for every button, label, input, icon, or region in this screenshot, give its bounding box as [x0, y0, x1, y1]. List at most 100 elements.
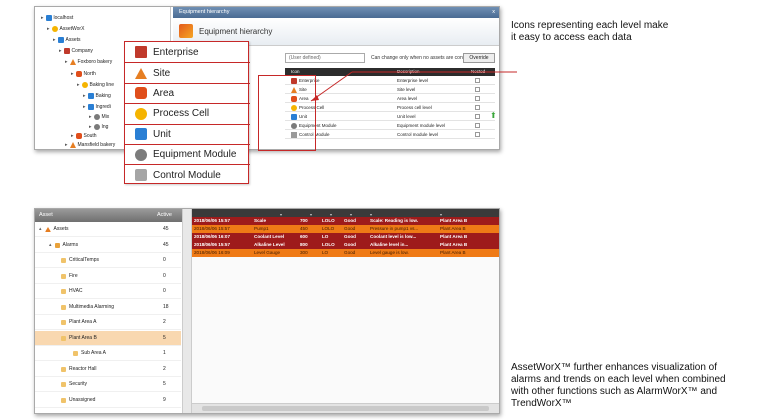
list-item[interactable]: Reactor Hall 2: [35, 362, 181, 377]
active-count: 1: [163, 350, 166, 356]
asset-label: Unassigned: [69, 396, 96, 403]
list-item[interactable]: HVAC 0: [35, 284, 181, 299]
alarm-tag: Level Gauge: [254, 250, 281, 255]
asset-label: Alarms: [62, 241, 79, 248]
active-count: 0: [163, 272, 166, 279]
asset-label-group: HVAC: [61, 284, 83, 299]
folder-icon: [61, 304, 66, 310]
alarm-tag: Coolant Level: [254, 234, 285, 239]
list-item[interactable]: Multimedia Alarming 18: [35, 300, 181, 315]
alarm-value: 600: [300, 234, 308, 239]
alarm-time: 2018/06/06 15:57: [194, 242, 231, 247]
alarm-limit: LOLO: [322, 226, 335, 231]
list-item[interactable]: Unassigned 9: [35, 393, 181, 408]
scrollbar-thumb[interactable]: [202, 406, 489, 411]
alarm-limit: LOLO: [322, 242, 335, 247]
alarm-limit: LOLO: [322, 218, 335, 223]
alarm-area: Plant Area B: [440, 250, 466, 255]
asset-label-group: Unassigned: [61, 393, 95, 408]
active-count: 45: [163, 241, 169, 248]
active-count: 45: [163, 226, 169, 232]
folder-icon: [61, 335, 66, 341]
alarm-row[interactable]: 2018/06/06 16:09 Level Gauge 300 LO Good Leve…: [192, 249, 499, 257]
alarm-limit: LO: [322, 250, 329, 255]
active-count: 0: [163, 288, 166, 294]
alarm-value: 700: [300, 218, 308, 223]
folder-icon: [61, 258, 66, 263]
alarm-tag: Pump1: [254, 226, 269, 231]
folder-icon: [61, 320, 66, 325]
alarm-area: Plant Area B: [440, 242, 468, 247]
asset-label: CriticalTemps: [69, 257, 100, 263]
alarm-quality: Good: [344, 226, 356, 231]
asset-label-group: Security: [61, 377, 87, 392]
folder-icon: [61, 397, 66, 403]
alarm-message: Pressure in pump1 vs...: [370, 226, 419, 231]
asset-label-group: Plant Area B: [61, 331, 97, 346]
list-item[interactable]: Plant Area B 5: [35, 330, 181, 346]
asset-label-group: Reactor Hall: [61, 362, 97, 377]
active-count: 0: [163, 257, 166, 263]
list-item[interactable]: Security 5: [35, 377, 181, 392]
asset-label: Assets: [53, 226, 69, 232]
splitter[interactable]: [183, 209, 192, 413]
collapse-arrow-icon[interactable]: ▴: [49, 238, 52, 253]
asset-label: Sub Area A: [81, 350, 107, 356]
alarm-value: 300: [300, 250, 308, 255]
alarm-quality: Good: [344, 250, 356, 255]
alarm-row[interactable]: 2018/06/06 15:57 Scale 700 LOLO Good Scale: R…: [192, 217, 499, 225]
list-item[interactable]: ▴ Alarms 45: [35, 238, 181, 253]
alarm-icon: [54, 242, 60, 248]
folder-icon: [73, 351, 78, 356]
list-item[interactable]: Fire 0: [35, 269, 181, 284]
alarm-quality: Good: [344, 242, 356, 247]
active-count: 18: [163, 303, 169, 310]
alarm-time: 2018/06/06 15:57: [194, 218, 231, 223]
asset-label-group: Sub Area A: [73, 346, 106, 361]
alarm-view-screenshot: Asset Active ▴ Assets 45 ▴ Alarms 45 CriticalT…: [34, 208, 500, 414]
collapse-arrow-icon[interactable]: ▴: [39, 222, 42, 237]
folder-icon: [61, 366, 66, 372]
alarm-grid-header: ▾ ▾ ▾ ▾ ▾ ▾: [192, 209, 499, 217]
list-item[interactable]: Plant Area A 2: [35, 315, 181, 330]
active-count: 2: [163, 319, 166, 325]
asset-label-group: CriticalTemps: [61, 253, 99, 268]
annotation-icons: Icons representing each level make it ea…: [511, 20, 669, 43]
active-count: 5: [163, 334, 166, 341]
alarm-area: Plant Area B: [440, 234, 468, 239]
alarm-grid: ▾ ▾ ▾ ▾ ▾ ▾ 2018/06/06 15:57 Scale 700 LOLO…: [192, 209, 499, 413]
column-header-active[interactable]: Active: [157, 209, 172, 222]
alarm-quality: Good: [344, 234, 356, 239]
alarm-row[interactable]: 2018/06/06 15:57 Pump1 450 LOLO Good Pressure…: [192, 225, 499, 233]
list-item[interactable]: Sub Area A 1: [35, 346, 181, 361]
asset-label: Fire: [69, 272, 78, 279]
annotation-alarms: AssetWorX™ further enhances visualizatio…: [511, 362, 726, 409]
alarm-message: Scale: Reading is low.: [370, 218, 419, 223]
asset-label-group: Multimedia Alarming: [61, 300, 114, 315]
list-item[interactable]: ▴ Assets 45: [35, 222, 181, 237]
alarm-tag: Scale: [254, 218, 267, 223]
horizontal-scrollbar[interactable]: [192, 403, 499, 413]
alarm-message: Alkaline level in...: [370, 242, 409, 247]
folder-icon: [61, 289, 66, 294]
folder-icon: [61, 382, 66, 387]
alarm-time: 2018/06/06 15:57: [194, 226, 230, 231]
asset-label: Plant Area A: [69, 319, 97, 325]
alarm-row[interactable]: 2018/06/06 16:07 Coolant Level 600 LO Good Co…: [192, 233, 499, 241]
alarm-quality: Good: [344, 218, 356, 223]
asset-label-group: Plant Area A: [61, 315, 97, 330]
column-header-asset[interactable]: Asset: [39, 209, 53, 222]
asset-label: Reactor Hall: [69, 365, 97, 372]
asset-list-panel: Asset Active ▴ Assets 45 ▴ Alarms 45 CriticalT…: [35, 209, 183, 413]
list-item[interactable]: CriticalTemps 0: [35, 253, 181, 268]
folder-icon: [61, 273, 66, 279]
asset-label: Security: [69, 381, 88, 387]
alarm-value: 450: [300, 226, 308, 231]
asset-label: Plant Area B: [69, 334, 97, 341]
alarm-message: Level gauge is low.: [370, 250, 409, 255]
alarm-area: Plant Area B: [440, 226, 466, 231]
alarm-limit: LO: [322, 234, 329, 239]
alarm-row[interactable]: 2018/06/06 15:57 Alkaline Level 800 LOLO Goo…: [192, 241, 499, 249]
asset-label-group: ▴ Alarms: [49, 238, 78, 253]
alarm-grid-empty-area: [192, 257, 499, 403]
